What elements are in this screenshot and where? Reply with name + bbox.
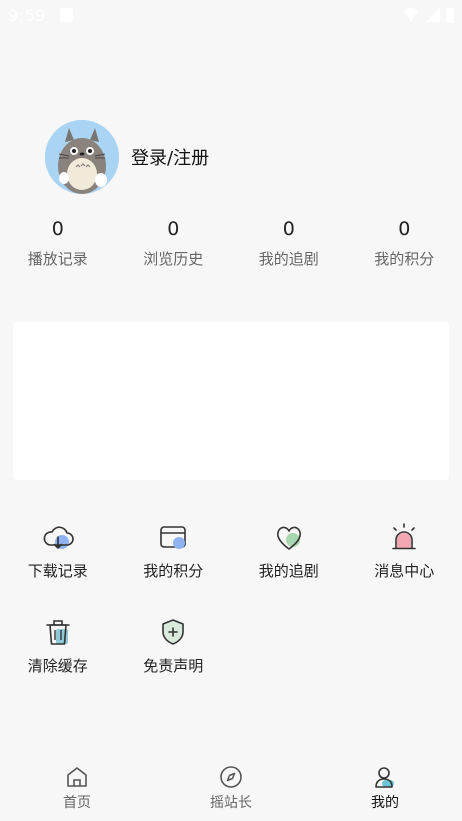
menu-grid: 下载记录 我的积分 我的追剧 消息中心 清除缓存 免责声明	[0, 520, 462, 710]
heart-icon	[276, 526, 301, 550]
banner-area[interactable]	[13, 322, 449, 480]
avatar[interactable]	[45, 120, 119, 194]
cloud-download-icon	[43, 526, 74, 549]
stat-label: 播放记录	[27, 250, 88, 268]
compass-icon	[220, 766, 242, 788]
login-register-link[interactable]: 登录/注册	[131, 144, 209, 170]
menu-disclaimer[interactable]: 免责声明	[116, 615, 232, 710]
stat-value: 0	[282, 218, 295, 240]
alarm-icon	[392, 523, 417, 550]
battery-icon	[446, 7, 454, 23]
menu-message-center[interactable]: 消息中心	[347, 520, 462, 615]
stat-label: 我的追剧	[258, 250, 319, 268]
tab-label: 首页	[63, 795, 91, 811]
status-indicators	[402, 6, 454, 24]
stat-play-record[interactable]: 0 播放记录	[0, 216, 116, 269]
menu-my-follows[interactable]: 我的追剧	[231, 520, 347, 615]
wifi-icon	[402, 8, 420, 22]
menu-label: 消息中心	[374, 562, 435, 580]
notification-icon	[60, 8, 73, 22]
totoro-avatar-icon	[45, 120, 119, 194]
stat-value: 0	[398, 218, 411, 240]
menu-label: 清除缓存	[27, 657, 88, 675]
stat-my-follows[interactable]: 0 我的追剧	[231, 216, 347, 269]
profile-header[interactable]: 登录/注册	[45, 120, 209, 194]
status-time: 9:59	[8, 6, 46, 25]
menu-label: 免责声明	[143, 657, 204, 675]
tab-mine[interactable]: 我的	[308, 760, 462, 821]
tab-label: 我的	[371, 795, 399, 811]
card-icon	[160, 526, 187, 549]
stat-browse-history[interactable]: 0 浏览历史	[116, 216, 232, 269]
tab-shake[interactable]: 摇站长	[154, 760, 308, 821]
bottom-tab-bar: 首页 摇站长 我的	[0, 760, 462, 821]
menu-clear-cache[interactable]: 清除缓存	[0, 615, 116, 710]
status-bar: 9:59	[0, 0, 462, 32]
signal-icon	[426, 8, 440, 22]
tab-label: 摇站长	[210, 795, 252, 811]
home-icon	[67, 767, 87, 787]
stat-value: 0	[51, 218, 64, 240]
stat-label: 我的积分	[374, 250, 435, 268]
menu-download-records[interactable]: 下载记录	[0, 520, 116, 615]
stat-value: 0	[167, 218, 180, 240]
menu-label: 我的积分	[143, 562, 204, 580]
stat-label: 浏览历史	[143, 250, 204, 268]
menu-label: 下载记录	[27, 562, 88, 580]
trash-icon	[45, 620, 70, 645]
tab-home[interactable]: 首页	[0, 760, 154, 821]
user-icon	[375, 767, 394, 788]
menu-label: 我的追剧	[258, 562, 319, 580]
shield-icon	[162, 619, 185, 645]
stats-row: 0 播放记录 0 浏览历史 0 我的追剧 0 我的积分	[0, 216, 462, 269]
menu-my-points[interactable]: 我的积分	[116, 520, 232, 615]
stat-my-points[interactable]: 0 我的积分	[347, 216, 462, 269]
